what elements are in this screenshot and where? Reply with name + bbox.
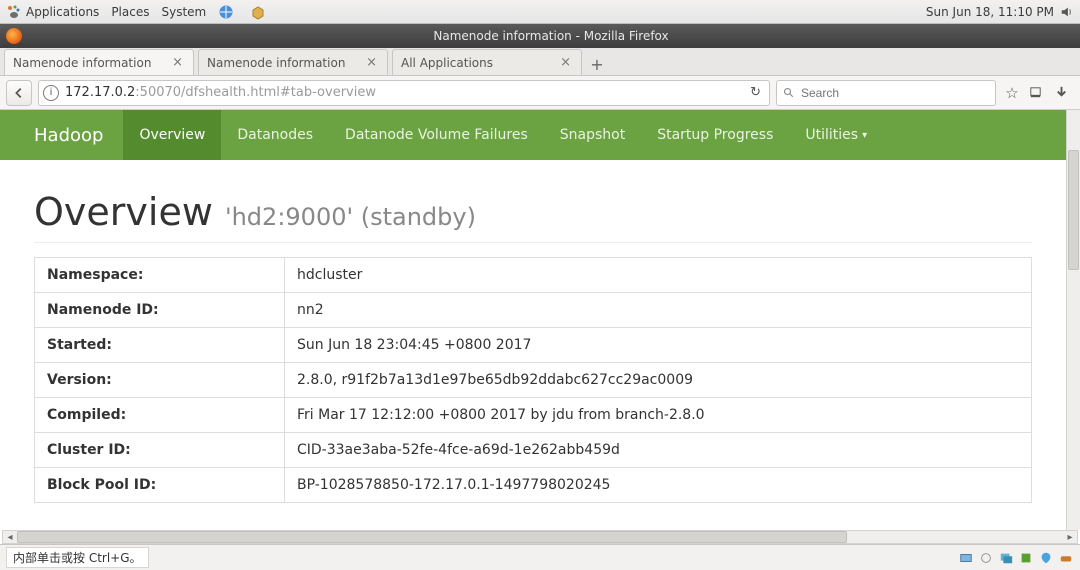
desktop-bottom-panel: 内部单击或按 Ctrl+G。: [0, 544, 1080, 570]
table-value: Fri Mar 17 12:12:00 +0800 2017 by jdu fr…: [285, 398, 1032, 433]
nav-utilities[interactable]: Utilities ▾: [789, 110, 883, 160]
scrollbar-track[interactable]: [17, 531, 1063, 543]
downloads-icon[interactable]: [1028, 85, 1048, 100]
nav-datanode-volume-failures[interactable]: Datanode Volume Failures: [329, 110, 544, 160]
page-subtitle: 'hd2:9000' (standby): [225, 203, 476, 231]
close-icon[interactable]: ×: [364, 55, 379, 70]
table-row: Version:2.8.0, r91f2b7a13d1e97be65db92dd…: [35, 363, 1032, 398]
search-bar[interactable]: [776, 80, 996, 106]
tray-icon[interactable]: [978, 550, 994, 566]
table-value: 2.8.0, r91f2b7a13d1e97be65db92ddabc627cc…: [285, 363, 1032, 398]
tray-icon[interactable]: [1058, 550, 1074, 566]
table-key: Compiled:: [35, 398, 285, 433]
tab-namenode-1[interactable]: Namenode information ×: [4, 49, 194, 75]
table-value: nn2: [285, 293, 1032, 328]
nav-utilities-label: Utilities: [805, 127, 858, 143]
nav-overview[interactable]: Overview: [123, 110, 221, 160]
table-row: Namespace:hdcluster: [35, 258, 1032, 293]
nav-datanodes[interactable]: Datanodes: [221, 110, 329, 160]
browser-tabstrip: Namenode information × Namenode informat…: [0, 48, 1080, 76]
nav-snapshot[interactable]: Snapshot: [544, 110, 641, 160]
site-info-icon[interactable]: i: [43, 85, 59, 101]
gnome-foot-icon: [6, 4, 22, 20]
window-title: Namenode information - Mozilla Firefox: [28, 29, 1074, 43]
overview-table: Namespace:hdclusterNamenode ID:nn2Starte…: [34, 257, 1032, 503]
back-button[interactable]: [6, 80, 32, 106]
search-icon: [783, 87, 795, 99]
panel-menus: Applications Places System: [26, 4, 270, 20]
page-viewport: Hadoop Overview Datanodes Datanode Volum…: [0, 110, 1066, 530]
hadoop-brand[interactable]: Hadoop: [34, 110, 123, 160]
desktop-top-panel: Applications Places System Sun Jun 18, 1…: [0, 0, 1080, 24]
package-launcher-icon[interactable]: [250, 4, 266, 20]
scroll-right-icon[interactable]: ▸: [1063, 532, 1077, 543]
tab-label: All Applications: [401, 56, 558, 70]
scrollbar-thumb[interactable]: [1068, 150, 1079, 270]
menu-applications[interactable]: Applications: [26, 5, 99, 19]
tray-icon[interactable]: [1018, 550, 1034, 566]
tab-namenode-2[interactable]: Namenode information ×: [198, 49, 388, 75]
search-input[interactable]: [801, 86, 989, 100]
table-key: Block Pool ID:: [35, 468, 285, 503]
volume-icon[interactable]: [1060, 5, 1074, 19]
tray-icon[interactable]: [998, 550, 1014, 566]
menu-places[interactable]: Places: [111, 5, 149, 19]
page-title: Overview 'hd2:9000' (standby): [34, 190, 1032, 243]
bookmark-star-icon[interactable]: ☆: [1002, 84, 1022, 102]
nav-startup-progress[interactable]: Startup Progress: [641, 110, 789, 160]
horizontal-scrollbar[interactable]: ◂ ▸: [2, 530, 1078, 544]
tray-icon[interactable]: [958, 550, 974, 566]
clock[interactable]: Sun Jun 18, 11:10 PM: [926, 5, 1054, 19]
firefox-icon: [6, 28, 22, 44]
chevron-down-icon: ▾: [862, 130, 867, 141]
download-arrow-icon[interactable]: [1054, 85, 1074, 100]
url-text: 172.17.0.2:50070/dfshealth.html#tab-over…: [65, 85, 740, 100]
scroll-left-icon[interactable]: ◂: [3, 532, 17, 543]
scrollbar-thumb[interactable]: [17, 531, 847, 543]
close-icon[interactable]: ×: [170, 55, 185, 70]
table-key: Version:: [35, 363, 285, 398]
window-titlebar: Namenode information - Mozilla Firefox: [0, 24, 1080, 48]
tab-label: Namenode information: [13, 56, 170, 70]
vertical-scrollbar[interactable]: [1066, 110, 1080, 530]
table-value: hdcluster: [285, 258, 1032, 293]
table-row: Namenode ID:nn2: [35, 293, 1032, 328]
table-key: Namenode ID:: [35, 293, 285, 328]
reload-icon[interactable]: ↻: [746, 85, 765, 100]
table-key: Namespace:: [35, 258, 285, 293]
url-bar[interactable]: i 172.17.0.2:50070/dfshealth.html#tab-ov…: [38, 80, 770, 106]
table-row: Cluster ID:CID-33ae3aba-52fe-4fce-a69d-1…: [35, 433, 1032, 468]
system-tray: [958, 550, 1074, 566]
page-content: Overview 'hd2:9000' (standby) Namespace:…: [0, 160, 1066, 530]
hadoop-navbar: Hadoop Overview Datanodes Datanode Volum…: [0, 110, 1066, 160]
close-icon[interactable]: ×: [558, 55, 573, 70]
browser-launcher-icon[interactable]: [218, 4, 234, 20]
table-key: Started:: [35, 328, 285, 363]
browser-toolbar: i 172.17.0.2:50070/dfshealth.html#tab-ov…: [0, 76, 1080, 110]
menu-system[interactable]: System: [161, 5, 206, 19]
table-row: Compiled:Fri Mar 17 12:12:00 +0800 2017 …: [35, 398, 1032, 433]
table-value: CID-33ae3aba-52fe-4fce-a69d-1e262abb459d: [285, 433, 1032, 468]
table-value: BP-1028578850-172.17.0.1-1497798020245: [285, 468, 1032, 503]
new-tab-button[interactable]: +: [584, 53, 610, 75]
table-row: Started:Sun Jun 18 23:04:45 +0800 2017: [35, 328, 1032, 363]
table-row: Block Pool ID:BP-1028578850-172.17.0.1-1…: [35, 468, 1032, 503]
tab-label: Namenode information: [207, 56, 364, 70]
status-message: 内部单击或按 Ctrl+G。: [6, 547, 149, 568]
tray-icon[interactable]: [1038, 550, 1054, 566]
table-key: Cluster ID:: [35, 433, 285, 468]
table-value: Sun Jun 18 23:04:45 +0800 2017: [285, 328, 1032, 363]
tab-all-applications[interactable]: All Applications ×: [392, 49, 582, 75]
